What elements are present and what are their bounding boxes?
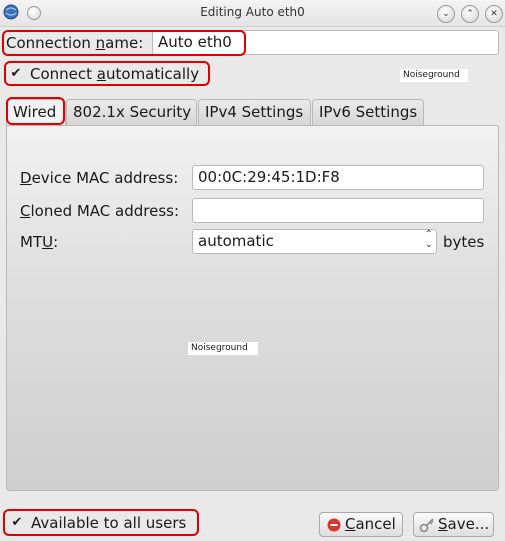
- connection-name-input[interactable]: Auto eth0: [152, 30, 499, 55]
- save-label: Save...: [438, 515, 490, 533]
- maximize-icon[interactable]: ⌃: [461, 5, 479, 23]
- mtu-label: MTU:: [20, 233, 59, 251]
- noiseground-label: Noiseground: [400, 69, 468, 82]
- cloned-mac-label: Cloned MAC address:: [20, 202, 180, 220]
- minimize-icon[interactable]: ⌄: [437, 5, 455, 23]
- cancel-label: Cancel: [345, 515, 396, 533]
- window-title: Editing Auto eth0: [200, 5, 305, 19]
- cloned-mac-input[interactable]: [192, 198, 484, 223]
- connect-automatically-checkbox[interactable]: ✔: [9, 67, 23, 81]
- spin-arrows-icon[interactable]: ⌃ ⌄: [425, 230, 433, 250]
- cancel-button[interactable]: Cancel: [319, 512, 403, 537]
- mtu-unit-label: bytes: [443, 233, 485, 251]
- mtu-value: automatic: [198, 232, 274, 250]
- save-button[interactable]: Save...: [413, 512, 494, 537]
- connect-automatically-label[interactable]: Connect automatically: [30, 65, 199, 83]
- cancel-icon: [327, 518, 341, 532]
- tab-ipv6-settings[interactable]: IPv6 Settings: [312, 99, 424, 125]
- mtu-spinbox[interactable]: automatic ⌃ ⌄: [192, 229, 437, 254]
- tab-wired[interactable]: Wired: [6, 99, 66, 126]
- close-icon[interactable]: ✕: [485, 5, 503, 23]
- tab-8021x-security[interactable]: 802.1x Security: [66, 99, 197, 125]
- connection-name-label: Connection name:: [6, 34, 144, 52]
- noiseground-label: Noiseground: [188, 342, 258, 355]
- device-mac-label: Device MAC address:: [20, 169, 179, 187]
- title-bar: Editing Auto eth0 ⌄ ⌃ ✕: [0, 0, 505, 27]
- device-mac-input[interactable]: 00:0C:29:45:1D:F8: [192, 165, 484, 190]
- tab-ipv4-settings[interactable]: IPv4 Settings: [198, 99, 311, 125]
- available-to-all-users-label[interactable]: Available to all users: [31, 514, 186, 532]
- available-to-all-users-checkbox[interactable]: ✔: [10, 516, 24, 530]
- key-icon: [419, 518, 434, 533]
